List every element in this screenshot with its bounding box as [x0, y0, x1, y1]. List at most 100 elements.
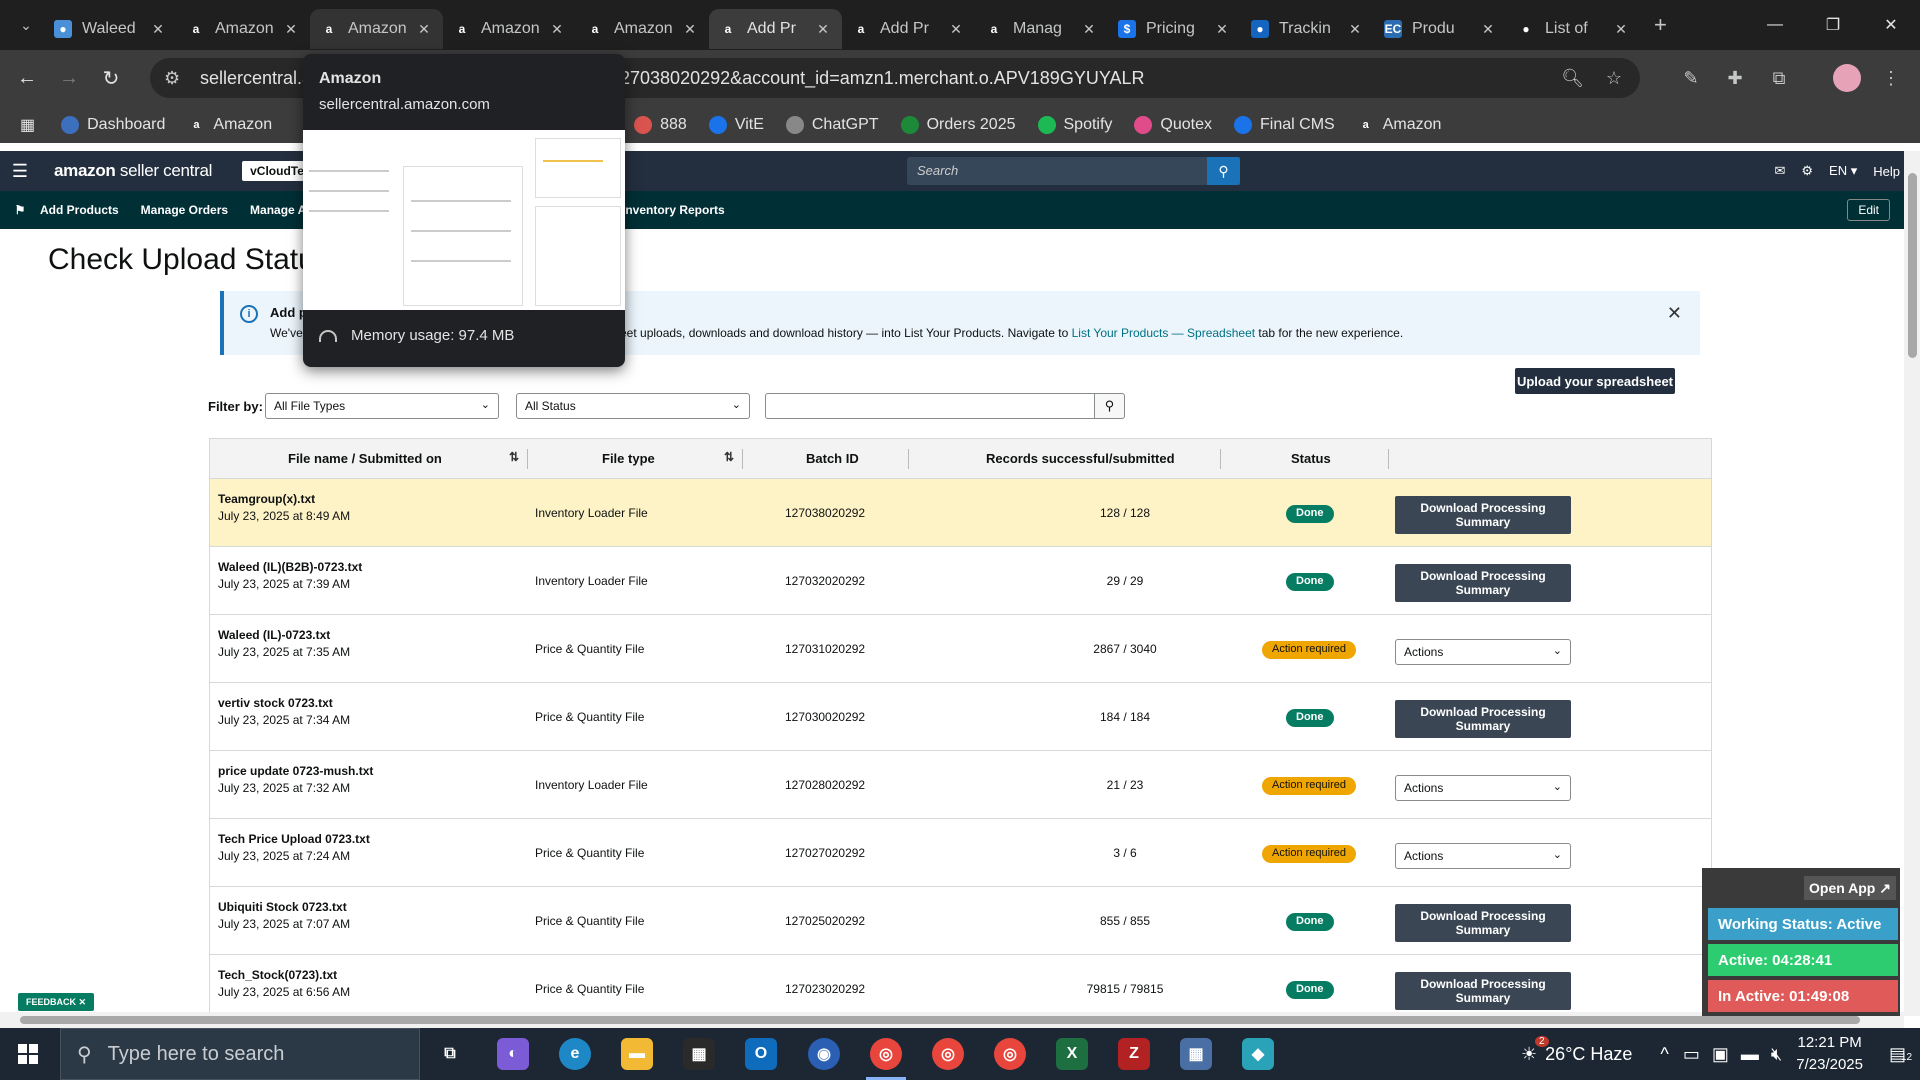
- actions-dropdown[interactable]: Actions ⌄: [1395, 775, 1571, 801]
- banner-link[interactable]: List Your Products — Spreadsheet: [1072, 326, 1255, 340]
- browser-tab[interactable]: ● Waleed ✕: [44, 9, 177, 49]
- bookmark-item[interactable]: a Amazon: [1357, 116, 1442, 134]
- forward-arrow-icon[interactable]: →: [48, 67, 90, 90]
- close-window-icon[interactable]: ✕: [1862, 0, 1920, 50]
- bookmark-star-icon[interactable]: ☆: [1606, 68, 1622, 89]
- open-app-button[interactable]: Open App ↗: [1804, 876, 1896, 900]
- bookmark-item[interactable]: Spotify: [1037, 116, 1112, 134]
- filezilla-icon[interactable]: Z: [1118, 1038, 1150, 1070]
- help-link[interactable]: Help: [1873, 164, 1900, 179]
- horizontal-scroll-thumb[interactable]: [20, 1016, 1860, 1024]
- close-tab-icon[interactable]: ✕: [681, 21, 699, 38]
- nav-manage-orders[interactable]: Manage Orders: [141, 203, 228, 217]
- browser-tab[interactable]: a Add Pr ✕: [709, 9, 842, 49]
- close-tab-icon[interactable]: ✕: [1346, 21, 1364, 38]
- close-tab-icon[interactable]: ✕: [149, 21, 167, 38]
- file-explorer-icon[interactable]: ▬: [621, 1038, 653, 1070]
- reload-icon[interactable]: ↻: [90, 66, 132, 91]
- apps-grid-icon[interactable]: ▦: [20, 115, 35, 135]
- chrome-profile2-icon[interactable]: ◎: [994, 1038, 1026, 1070]
- close-tab-icon[interactable]: ✕: [548, 21, 566, 38]
- actions-dropdown[interactable]: Actions ⌄: [1395, 843, 1571, 869]
- speaker-muted-icon[interactable]: 🔇︎: [1771, 1044, 1782, 1065]
- horizontal-scrollbar[interactable]: [0, 1012, 1904, 1028]
- bookmark-item[interactable]: Orders 2025: [900, 116, 1016, 134]
- mail-icon[interactable]: ✉: [1774, 163, 1785, 179]
- taskbar-search-box[interactable]: ⚲ Type here to search: [60, 1028, 420, 1080]
- minimize-icon[interactable]: —: [1746, 0, 1804, 50]
- bookmark-item[interactable]: Final CMS: [1234, 116, 1335, 134]
- seller-search-input[interactable]: Search: [907, 157, 1240, 185]
- download-summary-button[interactable]: Download Processing Summary: [1395, 700, 1571, 738]
- chrome-profile-icon[interactable]: ◎: [932, 1038, 964, 1070]
- hamburger-menu-icon[interactable]: ☰: [0, 161, 40, 182]
- extension-blue-icon[interactable]: ✚: [1721, 64, 1749, 92]
- close-tab-icon[interactable]: ✕: [1612, 21, 1630, 38]
- download-summary-button[interactable]: Download Processing Summary: [1395, 904, 1571, 942]
- browser-menu-icon[interactable]: ⋮: [1877, 64, 1905, 92]
- feedback-button[interactable]: FEEDBACK ✕: [18, 993, 95, 1011]
- new-tab-plus-icon[interactable]: +: [1654, 12, 1667, 38]
- browser-tab[interactable]: EC Produ ✕: [1374, 9, 1507, 49]
- actions-dropdown[interactable]: Actions ⌄: [1395, 639, 1571, 665]
- bookmark-flag-icon[interactable]: ⚑: [0, 203, 40, 217]
- calculator-icon[interactable]: ▦: [1180, 1038, 1212, 1070]
- bookmark-item[interactable]: ChatGPT: [785, 116, 879, 134]
- close-tab-icon[interactable]: ✕: [415, 21, 433, 38]
- close-tab-icon[interactable]: ✕: [1080, 21, 1098, 38]
- tray-chevron-icon[interactable]: ^: [1660, 1044, 1668, 1065]
- browser-tab[interactable]: a Manag ✕: [975, 9, 1108, 49]
- browser-tab[interactable]: ● Trackin ✕: [1241, 9, 1374, 49]
- close-tab-icon[interactable]: ✕: [1479, 21, 1497, 38]
- site-info-icon[interactable]: ⚙: [164, 68, 188, 89]
- close-tab-icon[interactable]: ✕: [282, 21, 300, 38]
- browser-tab[interactable]: $ Pricing ✕: [1108, 9, 1241, 49]
- browser-tab[interactable]: a Amazon ✕: [177, 9, 310, 49]
- status-filter[interactable]: All Status ⌄: [516, 393, 750, 419]
- task-view-icon[interactable]: ⧉: [434, 1038, 466, 1070]
- copilot-icon[interactable]: ◐: [497, 1038, 529, 1070]
- profile-avatar[interactable]: [1833, 64, 1861, 92]
- close-tab-icon[interactable]: ✕: [947, 21, 965, 38]
- close-banner-icon[interactable]: ✕: [1667, 303, 1682, 324]
- browser-tab[interactable]: a Amazon ✕: [443, 9, 576, 49]
- upload-search-input[interactable]: [765, 393, 1095, 419]
- download-summary-button[interactable]: Download Processing Summary: [1395, 972, 1571, 1010]
- weather-icon[interactable]: ☀ 2: [1521, 1035, 1549, 1065]
- vertical-scrollbar[interactable]: [1904, 151, 1920, 1016]
- close-tab-icon[interactable]: ✕: [1213, 21, 1231, 38]
- tab-search-chevron-icon[interactable]: ⌄: [8, 7, 44, 43]
- notifications-icon[interactable]: ▤ 12: [1889, 1044, 1912, 1065]
- edit-nav-button[interactable]: Edit: [1847, 199, 1890, 221]
- restore-icon[interactable]: ❐: [1804, 0, 1862, 50]
- teams-icon[interactable]: ◉: [808, 1038, 840, 1070]
- bookmark-item[interactable]: 888: [634, 116, 687, 134]
- browser-tab[interactable]: a Amazon ✕: [310, 9, 443, 49]
- chrome-icon[interactable]: ◎: [870, 1038, 902, 1070]
- system-clock[interactable]: 12:21 PM 7/23/2025: [1796, 1032, 1863, 1076]
- extension-feather-icon[interactable]: ✎: [1677, 64, 1705, 92]
- language-selector[interactable]: EN ▾: [1829, 163, 1857, 179]
- start-button[interactable]: [0, 1028, 56, 1080]
- app-diamond-icon[interactable]: ◆: [1242, 1038, 1274, 1070]
- extensions-puzzle-icon[interactable]: ⧉: [1765, 64, 1793, 92]
- upload-search-button[interactable]: ⚲: [1094, 393, 1125, 419]
- upload-spreadsheet-button[interactable]: Upload your spreadsheet: [1515, 368, 1675, 394]
- outlook-icon[interactable]: O: [745, 1038, 777, 1070]
- excel-icon[interactable]: X: [1056, 1038, 1088, 1070]
- browser-tab[interactable]: a Amazon ✕: [576, 9, 709, 49]
- browser-tab[interactable]: ● List of ✕: [1507, 9, 1640, 49]
- network-icon[interactable]: ▭: [1683, 1044, 1700, 1065]
- download-summary-button[interactable]: Download Processing Summary: [1395, 496, 1571, 534]
- sort-icon[interactable]: ⇅: [509, 450, 519, 464]
- vertical-scroll-thumb[interactable]: [1908, 173, 1917, 358]
- meet-now-icon[interactable]: ▣: [1712, 1044, 1729, 1065]
- sort-icon[interactable]: ⇅: [724, 450, 734, 464]
- download-summary-button[interactable]: Download Processing Summary: [1395, 564, 1571, 602]
- bookmark-item[interactable]: Quotex: [1134, 116, 1212, 134]
- back-arrow-icon[interactable]: ←: [6, 67, 48, 90]
- edge-icon[interactable]: e: [559, 1038, 591, 1070]
- battery-icon[interactable]: ▬: [1741, 1044, 1759, 1065]
- bookmark-item[interactable]: a Amazon: [187, 116, 272, 134]
- store-icon[interactable]: ▦: [683, 1038, 715, 1070]
